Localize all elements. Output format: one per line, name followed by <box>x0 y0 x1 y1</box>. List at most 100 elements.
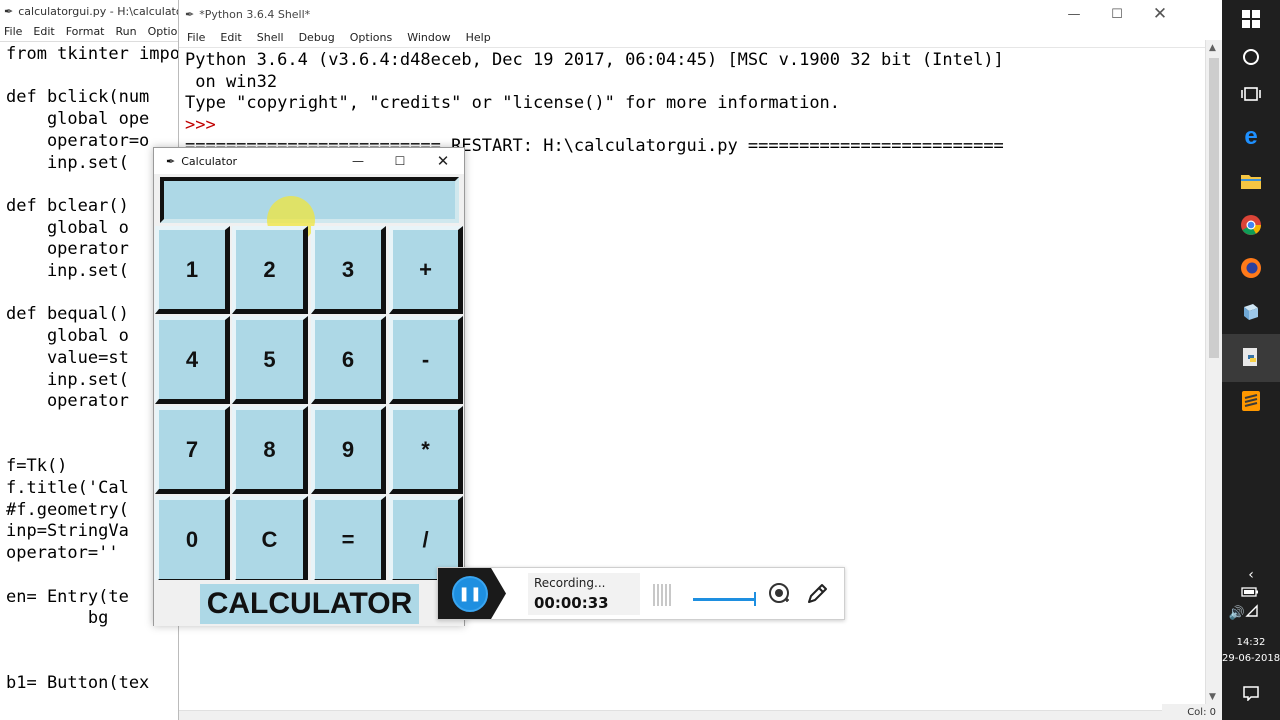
recording-status-box: Recording... 00:00:33 <box>528 573 640 615</box>
editor-menu-options[interactable]: Options <box>148 25 180 38</box>
minimize-button[interactable]: — <box>1052 0 1096 28</box>
key-clear-button[interactable]: C <box>232 496 308 584</box>
scroll-up-arrow-icon[interactable]: ▲ <box>1209 43 1216 53</box>
editor-menu-run[interactable]: Run <box>116 25 137 38</box>
taskbar-clock-time[interactable]: 14:32 <box>1222 637 1280 648</box>
calculator-title: Calculator <box>181 154 238 168</box>
pause-button[interactable]: ❚❚ <box>452 576 488 612</box>
file-explorer-icon[interactable] <box>1236 166 1266 196</box>
key-5-button[interactable]: 5 <box>232 316 308 404</box>
code-line: bg <box>6 608 109 629</box>
code-line: def bclear() <box>6 195 129 216</box>
calculator-maximize-button[interactable]: ☐ <box>380 148 420 174</box>
recording-elapsed-time: 00:00:33 <box>534 594 609 612</box>
code-line: inp.set( <box>6 261 129 281</box>
key-multiply-button[interactable]: * <box>389 406 463 494</box>
shell-line-version: Python 3.6.4 (v3.6.4:d48eceb, Dec 19 201… <box>185 50 1004 70</box>
maximize-button[interactable]: ☐ <box>1095 0 1139 28</box>
recording-status-text: Recording... <box>534 576 606 590</box>
key-8-button[interactable]: 8 <box>232 406 308 494</box>
key-3-button[interactable]: 3 <box>311 226 386 314</box>
volume-slider-handle[interactable] <box>754 592 756 606</box>
code-line: global o <box>6 326 129 347</box>
code-line: def bclick(num <box>6 87 150 108</box>
key-4-button[interactable]: 4 <box>155 316 230 404</box>
python-idle-taskbar-icon[interactable] <box>1236 342 1266 372</box>
code-line: operator <box>6 391 129 412</box>
calculator-minimize-button[interactable]: — <box>338 148 378 174</box>
shell-menu-shell[interactable]: Shell <box>257 31 284 44</box>
volume-slider[interactable] <box>693 598 755 601</box>
shell-output[interactable]: Python 3.6.4 (v3.6.4:d48eceb, Dec 19 201… <box>185 50 1192 158</box>
code-line: value=st <box>6 347 129 368</box>
key-equals-button[interactable]: = <box>311 496 386 584</box>
code-line: global o <box>6 217 129 238</box>
key-6-button[interactable]: 6 <box>311 316 386 404</box>
code-line: en= Entry(te <box>6 586 129 607</box>
code-line: operator <box>6 239 129 260</box>
shell-menu-edit[interactable]: Edit <box>220 31 241 44</box>
key-minus-button[interactable]: - <box>389 316 463 404</box>
shell-titlebar[interactable]: ✒ *Python 3.6.4 Shell* — ☐ ✕ <box>179 0 1222 28</box>
idle-feather-icon: ✒ <box>185 7 195 21</box>
idle-feather-icon: ✒ <box>4 5 14 18</box>
taskbar-clock-date[interactable]: 29-06-2018 <box>1222 653 1280 664</box>
firefox-browser-icon[interactable] <box>1236 253 1266 283</box>
code-line: inp.set( <box>6 369 129 390</box>
shell-menu-help[interactable]: Help <box>466 31 491 44</box>
calculator-close-button[interactable]: ✕ <box>423 148 463 174</box>
editor-title: calculatorgui.py - H:\calculatorgui.py (… <box>18 4 180 18</box>
windows-start-icon[interactable] <box>1236 4 1266 34</box>
shell-title: *Python 3.6.4 Shell* <box>199 7 311 21</box>
scroll-thumb[interactable] <box>1209 58 1219 358</box>
shell-line-platform: on win32 <box>185 71 278 92</box>
scroll-down-arrow-icon[interactable]: ▼ <box>1209 692 1216 702</box>
code-line: global ope <box>6 109 150 130</box>
shell-status-col: Col: 0 <box>1162 704 1222 720</box>
task-view-icon[interactable] <box>1236 79 1266 109</box>
code-line: operator=o <box>6 130 150 151</box>
shell-horizontal-scrollbar[interactable] <box>179 710 1205 720</box>
key-2-button[interactable]: 2 <box>232 226 308 314</box>
calculator-titlebar[interactable]: ✒ Calculator — ☐ ✕ <box>154 148 464 174</box>
editor-titlebar[interactable]: ✒ calculatorgui.py - H:\calculatorgui.py… <box>0 0 180 22</box>
code-line: def bequal() <box>6 304 129 325</box>
cortana-search-icon[interactable] <box>1236 42 1266 72</box>
key-7-button[interactable]: 7 <box>155 406 230 494</box>
screen-recorder-widget: ❚❚ Recording... 00:00:33 <box>437 567 845 620</box>
editor-menu-format[interactable]: Format <box>66 25 105 38</box>
editor-menu-file[interactable]: File <box>4 25 22 38</box>
audio-level-meter-icon <box>653 584 673 606</box>
shell-menu-debug[interactable]: Debug <box>299 31 335 44</box>
windows-taskbar: e ‹ 🔊 14:32 29-06-2018 <box>1222 0 1280 720</box>
shell-menu-file[interactable]: File <box>187 31 205 44</box>
shell-vertical-scrollbar[interactable]: ▲ ▼ <box>1205 40 1222 705</box>
volume-speaker-icon[interactable]: 🔊 <box>1222 598 1252 628</box>
code-line: from tkinter import * <box>6 44 180 64</box>
code-line: #f.geometry( <box>6 499 129 520</box>
key-0-button[interactable]: 0 <box>155 496 230 584</box>
close-button[interactable]: ✕ <box>1138 0 1182 28</box>
sublime-text-icon[interactable] <box>1236 386 1266 416</box>
code-line: inp=StringVa <box>6 521 129 542</box>
calculator-window: ✒ Calculator — ☐ ✕ 1 2 3 +4 5 6-7 8 9 * 0 C = / CALC… <box>153 147 465 626</box>
app-cube-icon[interactable] <box>1236 297 1266 327</box>
pause-icon: ❚❚ <box>458 586 482 602</box>
action-center-icon[interactable] <box>1236 678 1266 708</box>
key-plus-button[interactable]: + <box>389 226 463 314</box>
shell-menu-options[interactable]: Options <box>350 31 392 44</box>
code-line: b1= Button(tex <box>6 673 150 694</box>
key-9-button[interactable]: 9 <box>311 406 386 494</box>
pause-button-container: ❚❚ <box>438 568 506 619</box>
edge-browser-icon[interactable]: e <box>1236 122 1266 152</box>
shell-prompt: >>> <box>185 114 226 135</box>
editor-menubar: File Edit Format Run Options <box>0 22 180 40</box>
shell-menu-window[interactable]: Window <box>407 31 450 44</box>
shell-line-info: Type "copyright", "credits" or "license(… <box>185 93 841 113</box>
calculator-body: 1 2 3 +4 5 6-7 8 9 * 0 C = / <box>154 174 464 626</box>
pen-annotate-icon[interactable] <box>804 581 830 607</box>
chrome-browser-icon[interactable] <box>1236 210 1266 240</box>
key-1-button[interactable]: 1 <box>155 226 230 314</box>
webcam-icon[interactable] <box>768 582 792 606</box>
editor-menu-edit[interactable]: Edit <box>33 25 54 38</box>
